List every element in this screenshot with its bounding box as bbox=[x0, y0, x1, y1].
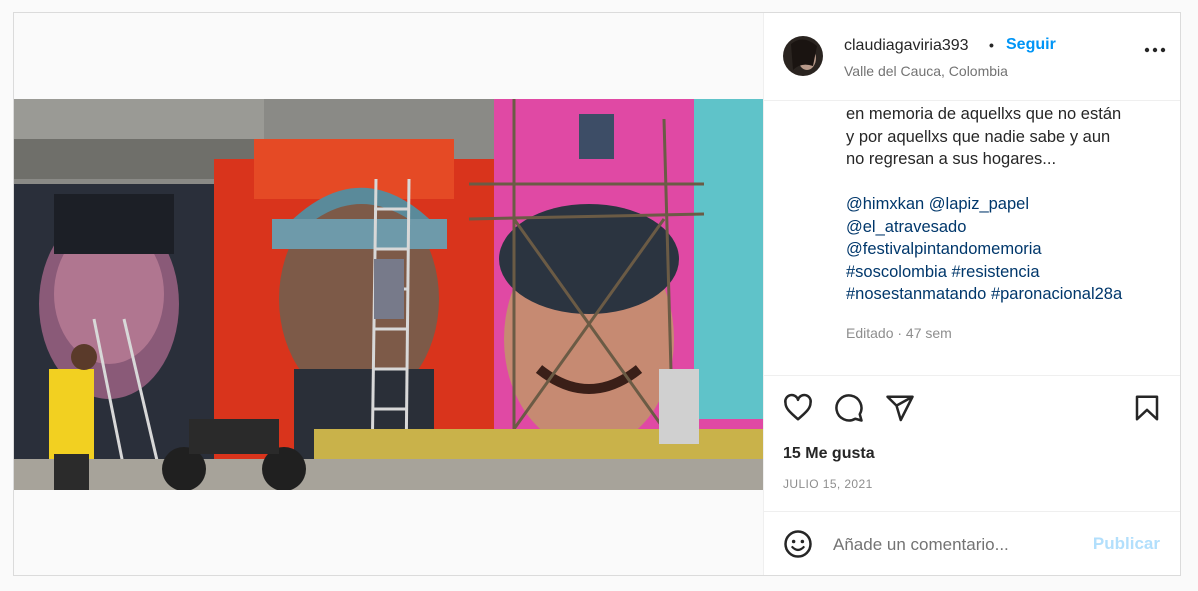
post-sidebar: claudiagaviria393 • Seguir Valle del Cau… bbox=[764, 13, 1180, 575]
instagram-post: claudiagaviria393 • Seguir Valle del Cau… bbox=[13, 12, 1181, 576]
divider bbox=[764, 375, 1180, 376]
paper-plane-icon[interactable] bbox=[885, 393, 915, 423]
comment-bubble-icon[interactable] bbox=[834, 393, 864, 423]
separator-dot: • bbox=[989, 37, 994, 53]
mural-photo[interactable] bbox=[14, 99, 763, 490]
edited-timestamp: Editado · 47 sem bbox=[846, 325, 952, 341]
post-date[interactable]: JULIO 15, 2021 bbox=[783, 477, 873, 491]
more-options-icon[interactable] bbox=[1144, 47, 1166, 53]
follow-button[interactable]: Seguir bbox=[1006, 36, 1056, 54]
publish-button[interactable]: Publicar bbox=[1093, 534, 1160, 554]
emoji-icon[interactable] bbox=[783, 529, 813, 559]
likes-count[interactable]: 15 Me gusta bbox=[783, 445, 875, 463]
post-caption: en memoria de aquellxs que no están y po… bbox=[846, 103, 1166, 306]
heart-icon[interactable] bbox=[783, 393, 813, 423]
action-bar bbox=[764, 389, 1180, 429]
post-media bbox=[14, 13, 764, 575]
avatar[interactable] bbox=[783, 36, 823, 76]
divider bbox=[764, 511, 1180, 512]
caption-text: en memoria de aquellxs que no están y po… bbox=[846, 105, 1122, 168]
username-link[interactable]: claudiagaviria393 bbox=[844, 37, 969, 55]
comment-input[interactable] bbox=[833, 531, 1083, 559]
post-header: claudiagaviria393 • Seguir Valle del Cau… bbox=[764, 13, 1180, 101]
bookmark-icon[interactable] bbox=[1132, 393, 1162, 423]
caption-hashtags[interactable]: @himxkan @lapiz_papel @el_atravesado @fe… bbox=[846, 195, 1122, 303]
avatar-image bbox=[783, 36, 823, 76]
location-link[interactable]: Valle del Cauca, Colombia bbox=[844, 63, 1008, 79]
